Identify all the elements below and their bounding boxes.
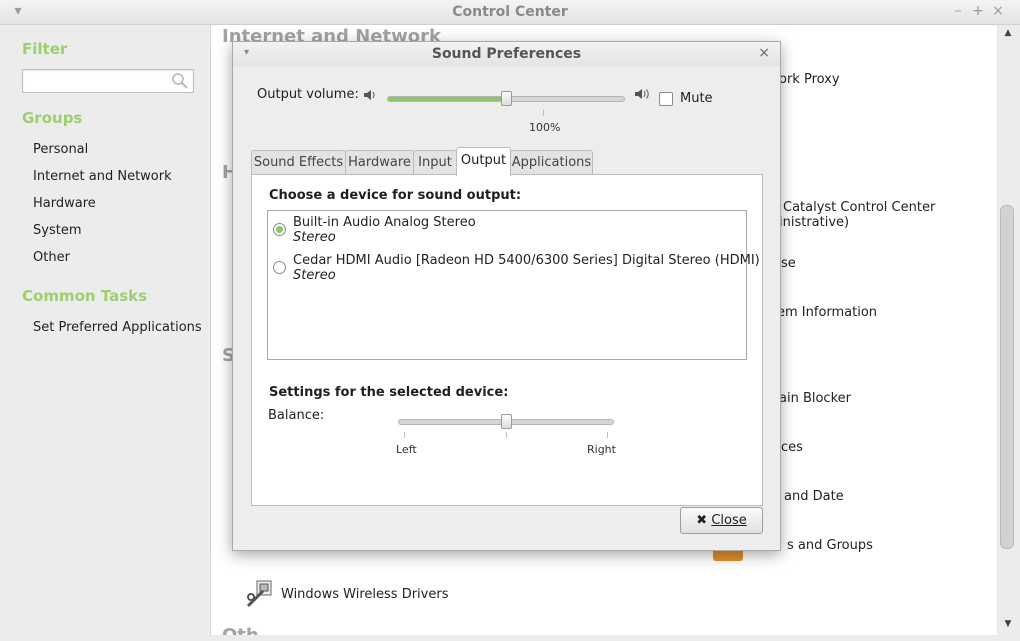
volume-high-icon [635, 89, 649, 99]
balance-right-label: Right [587, 443, 616, 456]
sidebar-item-hardware[interactable]: Hardware [33, 196, 96, 211]
dialog-title: Sound Preferences [431, 46, 582, 62]
device-radio-builtin[interactable] [273, 223, 286, 236]
filter-heading: Filter [22, 40, 68, 58]
sidebar-item-personal[interactable]: Personal [33, 142, 88, 157]
balance-left-tick [404, 432, 405, 438]
minimize-icon[interactable]: – [950, 3, 966, 19]
filter-input[interactable] [22, 69, 194, 93]
item-network-proxy[interactable]: ork Proxy [779, 72, 840, 87]
tab-output[interactable]: Output [456, 147, 511, 176]
task-set-preferred-applications[interactable]: Set Preferred Applications [33, 320, 202, 335]
scrollbar[interactable]: ▲ ▼ [997, 25, 1020, 635]
sidebar-item-other[interactable]: Other [33, 250, 70, 265]
close-x-icon: ✖ [696, 513, 708, 528]
device-profile: Stereo [293, 268, 336, 283]
mute-checkbox[interactable] [659, 92, 673, 106]
maximize-icon[interactable]: + [970, 3, 986, 19]
tab-applications[interactable]: Applications [510, 150, 593, 174]
choose-device-label: Choose a device for sound output: [269, 188, 522, 203]
settings-selected-device-label: Settings for the selected device: [269, 385, 509, 400]
item-users-and-groups[interactable]: s and Groups [787, 538, 873, 553]
device-name: Built-in Audio Analog Stereo [293, 215, 476, 230]
volume-low-icon [364, 90, 375, 100]
window-title: Control Center [452, 4, 568, 20]
tab-hardware[interactable]: Hardware [345, 150, 414, 174]
item-catalyst-control-center[interactable]: Catalyst Control Center [783, 200, 935, 215]
groups-heading: Groups [22, 109, 83, 127]
tab-input[interactable]: Input [413, 150, 457, 174]
device-radio-hdmi[interactable] [273, 261, 286, 274]
sidebar-item-system[interactable]: System [33, 223, 81, 238]
output-volume-fill [388, 97, 506, 101]
output-volume-label: Output volume: [257, 87, 359, 102]
output-volume-knob[interactable] [501, 91, 512, 106]
sound-preferences-dialog: ▾ Sound Preferences × Output volume: 100… [232, 41, 781, 551]
close-button[interactable]: ✖ Close [680, 507, 763, 534]
item-services[interactable]: ces [781, 440, 803, 455]
balance-label: Balance: [268, 408, 325, 423]
scroll-down-icon[interactable]: ▼ [1000, 619, 1016, 631]
volume-100-label: 100% [529, 121, 561, 134]
output-tab-panel: Choose a device for sound output: Built-… [251, 174, 763, 506]
balance-slider[interactable] [398, 414, 614, 429]
item-mouse[interactable]: se [781, 256, 796, 271]
balance-center-tick [506, 432, 507, 438]
device-profile: Stereo [293, 230, 336, 245]
section-other-partial: Oth [222, 625, 259, 635]
item-domain-blocker[interactable]: ain Blocker [779, 391, 851, 406]
tab-sound-effects[interactable]: Sound Effects [251, 150, 346, 174]
volume-100-tick [543, 110, 544, 116]
device-row-hdmi[interactable]: Cedar HDMI Audio [Radeon HD 5400/6300 Se… [268, 249, 760, 285]
item-catalyst-subtitle: inistrative) [779, 215, 850, 230]
balance-knob[interactable] [501, 414, 512, 429]
item-system-information[interactable]: em Information [777, 305, 877, 320]
output-volume-slider[interactable] [387, 91, 625, 106]
wireless-drivers-icon [245, 579, 275, 613]
sidebar-item-internet[interactable]: Internet and Network [33, 169, 172, 184]
balance-left-label: Left [396, 443, 417, 456]
mute-label: Mute [680, 91, 713, 106]
device-name: Cedar HDMI Audio [Radeon HD 5400/6300 Se… [293, 253, 760, 268]
scroll-thumb[interactable] [1000, 205, 1014, 549]
item-windows-wireless-drivers[interactable]: Windows Wireless Drivers [281, 587, 448, 602]
device-row-builtin[interactable]: Built-in Audio Analog Stereo Stereo [268, 211, 746, 247]
balance-right-tick [607, 432, 608, 438]
control-center-titlebar: ▾ Control Center – + × [0, 0, 1020, 25]
item-time-and-date[interactable]: and Date [784, 489, 844, 504]
close-button-label: Close [711, 513, 747, 528]
dialog-titlebar: ▾ Sound Preferences × [233, 42, 780, 66]
common-tasks-heading: Common Tasks [22, 287, 148, 305]
sidebar: Filter Groups Personal Internet and Netw… [0, 25, 210, 641]
close-window-icon[interactable]: × [990, 3, 1006, 19]
device-list: Built-in Audio Analog Stereo Stereo Ceda… [267, 210, 760, 360]
dialog-close-icon[interactable]: × [758, 45, 770, 61]
scroll-up-icon[interactable]: ▲ [1000, 28, 1016, 40]
search-icon [172, 73, 188, 89]
